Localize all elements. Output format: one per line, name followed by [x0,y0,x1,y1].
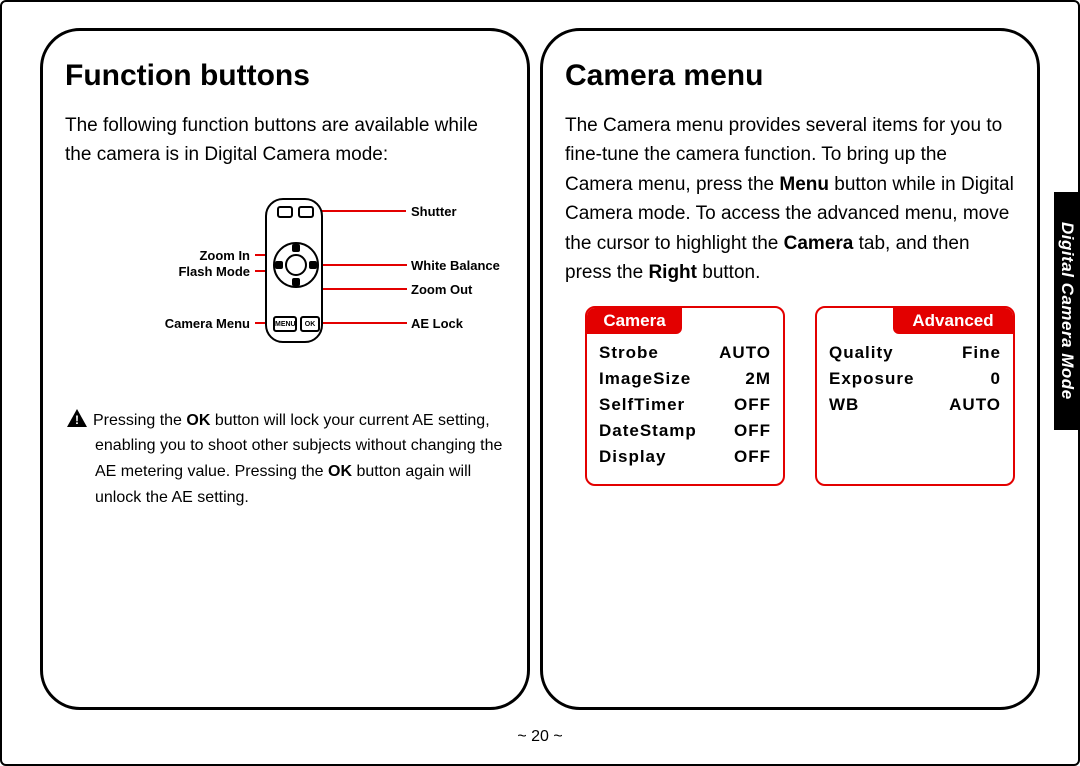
leader-line [321,322,407,324]
menu-item-value: 2M [745,369,771,389]
menu-item-label: Exposure [829,369,914,389]
advanced-menu-box: Advanced Quality Fine Exposure 0 WB AUTO [815,306,1015,486]
menu-item-value: AUTO [719,343,771,363]
menu-item: SelfTimer OFF [599,392,771,418]
top-button-left [277,206,293,218]
dpad-right-icon [309,261,317,269]
advanced-menu-items: Quality Fine Exposure 0 WB AUTO [817,334,1013,432]
menu-boxes-row: Camera Strobe AUTO ImageSize 2M SelfTimer OFF… [585,306,1015,486]
menu-item-label: Display [599,447,666,467]
intro-text-4: button. [697,262,760,283]
label-camera-menu: Camera Menu [95,316,250,331]
menu-item: Strobe AUTO [599,340,771,366]
intro-bold-2: Camera [784,233,854,254]
menu-item-label: WB [829,395,859,415]
camera-tab: Camera [587,308,682,334]
warning-icon: ! [67,409,87,427]
menu-item: WB AUTO [829,392,1001,418]
menu-item-label: Quality [829,343,894,363]
menu-item-value: OFF [734,447,771,467]
label-ae-lock: AE Lock [411,316,463,331]
advanced-tab: Advanced [893,308,1013,334]
camera-menu-box: Camera Strobe AUTO ImageSize 2M SelfTimer OFF… [585,306,785,486]
leader-line [317,264,407,266]
dpad-left-icon [275,261,283,269]
function-buttons-intro: The following function buttons are avail… [65,111,505,170]
menu-item: DateStamp OFF [599,418,771,444]
ae-lock-note: ! Pressing the OK button will lock your … [65,408,505,510]
intro-bold-1: Menu [779,174,829,195]
intro-bold-3: Right [648,262,697,283]
menu-item-label: DateStamp [599,421,697,441]
camera-menu-title: Camera menu [565,59,1015,93]
top-button-right [298,206,314,218]
menu-item: Exposure 0 [829,366,1001,392]
section-tab: Digital Camera Mode [1054,192,1080,430]
menu-item-value: AUTO [949,395,1001,415]
menu-item-value: Fine [962,343,1001,363]
menu-item-label: ImageSize [599,369,691,389]
ok-button: OK [300,316,320,332]
remote-body: MENU OK [265,198,323,343]
menu-item: Quality Fine [829,340,1001,366]
function-buttons-pane: Function buttons The following function … [40,28,530,710]
camera-menu-intro: The Camera menu provides several items f… [565,111,1015,288]
label-shutter: Shutter [411,204,457,219]
page-number: ~ 20 ~ [0,728,1080,746]
camera-menu-pane: Camera menu The Camera menu provides sev… [540,28,1040,710]
menu-item-value: 0 [991,369,1001,389]
camera-menu-items: StrobeAUTOImageSize2MSelfTimerOFFDateSta… [587,334,783,484]
menu-item: ImageSize 2M [599,366,771,392]
note-bold-1: OK [186,412,210,429]
dpad-up-icon [292,244,300,252]
dpad-down-icon [292,278,300,286]
dpad-center [285,254,307,276]
label-white-balance: White Balance [411,258,500,273]
leader-line [311,210,406,212]
menu-item-label: SelfTimer [599,395,685,415]
note-text-1: Pressing the [93,412,186,429]
menu-button: MENU [273,316,297,332]
menu-item: Display OFF [599,444,771,470]
label-flash-mode: Flash Mode [95,264,250,279]
menu-item-value: OFF [734,395,771,415]
label-zoom-out: Zoom Out [411,282,472,297]
menu-item-value: OFF [734,421,771,441]
note-bold-2: OK [328,463,352,480]
svg-text:!: ! [75,413,79,427]
menu-item-label: Strobe [599,343,659,363]
controller-diagram: MENU OK Shutter White Balance Zoom Out A… [95,198,475,368]
content-panes: Function buttons The following function … [40,28,1040,710]
label-zoom-in: Zoom In [95,248,250,263]
function-buttons-title: Function buttons [65,59,505,93]
